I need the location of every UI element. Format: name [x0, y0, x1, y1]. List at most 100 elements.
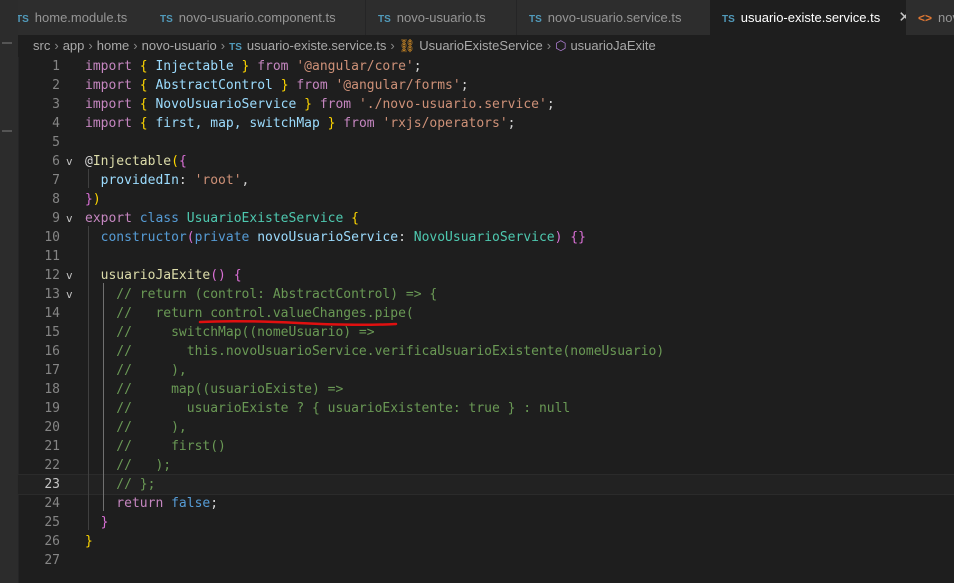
activity-indicator: [2, 42, 12, 44]
typescript-file-icon: TS: [18, 14, 29, 25]
fold-chevron-icon[interactable]: v: [66, 209, 73, 228]
code-line[interactable]: 5: [18, 133, 954, 152]
code-line[interactable]: 26}: [18, 532, 954, 551]
code-text: // );: [85, 456, 171, 475]
code-line[interactable]: 25 }: [18, 513, 954, 532]
indent-guide: [88, 226, 89, 530]
code-line[interactable]: 11: [18, 247, 954, 266]
class-icon: ⛓: [398, 38, 416, 53]
line-number: 12: [44, 268, 60, 283]
tab-novo-usuario-service[interactable]: TS novo-usuario.service.ts: [517, 0, 718, 35]
code-line[interactable]: 13 v // return (control: AbstractControl)…: [18, 285, 954, 304]
code-line[interactable]: 15 // switchMap((nomeUsuario) =>: [18, 323, 954, 342]
code-token: // usuarioExiste ? { usuarioExistente: t…: [85, 401, 571, 416]
code-token: NovoUsuarioService: [413, 230, 555, 245]
breadcrumb-item[interactable]: src: [33, 38, 50, 53]
code-token: '@angular/forms': [335, 78, 461, 93]
line-number: 9: [52, 211, 60, 226]
code-line[interactable]: 6 v @Injectable({: [18, 152, 954, 171]
typescript-file-icon: TS: [529, 14, 542, 25]
line-number: 8: [52, 192, 60, 207]
code-token: {: [139, 78, 148, 93]
code-token: UsuarioExisteService: [186, 211, 344, 226]
code-token: // ),: [85, 363, 187, 378]
code-token: ;: [546, 97, 555, 112]
tab-home-module[interactable]: TS home.module.ts: [18, 0, 165, 35]
tab-novo-usuario-component[interactable]: TS novo-usuario.component.ts: [148, 0, 366, 35]
fold-chevron-icon[interactable]: v: [66, 285, 73, 304]
fold-chevron-icon[interactable]: v: [66, 152, 73, 171]
code-line[interactable]: 24 return false;: [18, 494, 954, 513]
code-token: import: [85, 97, 132, 112]
code-line[interactable]: 18 // map((usuarioExiste) =>: [18, 380, 954, 399]
code-line[interactable]: 12 v usuarioJaExite() {: [18, 266, 954, 285]
line-number: 21: [44, 439, 60, 454]
breadcrumb-item[interactable]: UsuarioExisteService: [419, 38, 543, 53]
code-line[interactable]: 14 // return control.valueChanges.pipe(: [18, 304, 954, 323]
code-token: @: [85, 154, 93, 169]
indent-guide: [88, 169, 89, 188]
tab-novo-usuario-html[interactable]: <> nov: [906, 0, 954, 35]
breadcrumb-item[interactable]: novo-usuario: [142, 38, 217, 53]
code-text: // usuarioExiste ? { usuarioExistente: t…: [85, 399, 570, 418]
line-number: 26: [44, 534, 60, 549]
code-line[interactable]: 9 v export class UsuarioExisteService {: [18, 209, 954, 228]
code-line[interactable]: 19 // usuarioExiste ? { usuarioExistente…: [18, 399, 954, 418]
code-line[interactable]: 8}): [18, 190, 954, 209]
code-token: providedIn: [85, 173, 179, 188]
code-text: // return (control: AbstractControl) => …: [85, 285, 437, 304]
line-number: 15: [44, 325, 60, 340]
code-line[interactable]: 20 // ),: [18, 418, 954, 437]
breadcrumb-item[interactable]: app: [63, 38, 85, 53]
line-number: 22: [44, 458, 60, 473]
code-token: ): [92, 192, 101, 207]
line-number: 13: [44, 287, 60, 302]
code-token: ;: [507, 116, 516, 131]
code-line[interactable]: 21 // first(): [18, 437, 954, 456]
code-line[interactable]: 10 constructor(private novoUsuarioServic…: [18, 228, 954, 247]
code-line[interactable]: 17 // ),: [18, 361, 954, 380]
code-line[interactable]: 3 import { NovoUsuarioService } from './n…: [18, 95, 954, 114]
code-line[interactable]: 23 // };: [17, 474, 954, 495]
line-number: 3: [52, 97, 60, 112]
breadcrumb-item[interactable]: usuario-existe.service.ts: [247, 38, 386, 53]
code-line[interactable]: 4 import { first, map, switchMap } from '…: [18, 114, 954, 133]
code-token: import: [85, 78, 132, 93]
code-text: import { NovoUsuarioService } from './no…: [85, 95, 555, 114]
chevron-right-icon: ›: [54, 38, 59, 53]
code-text: // };: [85, 475, 155, 494]
code-text: return false;: [85, 494, 218, 513]
code-token: }: [280, 78, 289, 93]
fold-chevron-icon[interactable]: v: [66, 266, 73, 285]
code-token: ,: [241, 173, 250, 188]
code-text: export class UsuarioExisteService {: [85, 209, 359, 228]
line-number: 24: [44, 496, 60, 511]
line-number: 7: [52, 173, 60, 188]
line-number: 11: [44, 249, 60, 264]
code-token: AbstractControl: [147, 78, 281, 93]
line-number: 6: [52, 154, 60, 169]
code-line[interactable]: 22 // );: [18, 456, 954, 475]
typescript-file-icon: TS: [378, 14, 391, 25]
code-token: }: [85, 192, 93, 207]
breadcrumb-item[interactable]: usuarioJaExite: [570, 38, 655, 53]
code-token: // ),: [85, 420, 187, 435]
code-line[interactable]: 16 // this.novoUsuarioService.verificaUs…: [18, 342, 954, 361]
code-token: return: [85, 496, 164, 511]
code-line[interactable]: 27: [18, 551, 954, 570]
code-editor[interactable]: 27 26} 25 } 24 return false; 23 // }; 22 // )…: [17, 57, 954, 583]
tab-usuario-existe-service[interactable]: TS usuario-existe.service.ts ✕: [710, 0, 922, 35]
breadcrumb-item[interactable]: home: [97, 38, 130, 53]
code-line[interactable]: 2 import { AbstractControl } from '@angul…: [18, 76, 954, 95]
code-line[interactable]: 1 import { Injectable } from '@angular/co…: [18, 57, 954, 76]
code-token: false: [171, 496, 211, 511]
code-token: constructor: [85, 230, 187, 245]
code-line[interactable]: 7 providedIn: 'root',: [18, 171, 954, 190]
tab-novo-usuario[interactable]: TS novo-usuario.ts: [366, 0, 517, 35]
line-number: 19: [44, 401, 60, 416]
